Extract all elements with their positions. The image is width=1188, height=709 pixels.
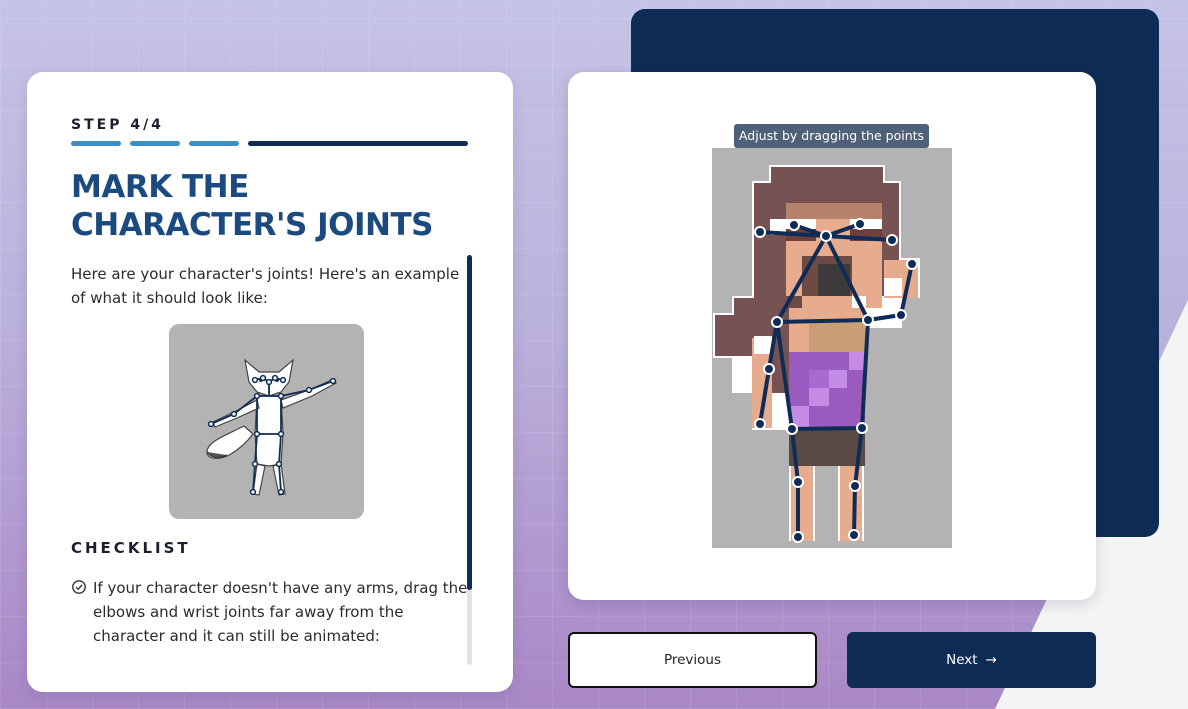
next-button-label: Next	[946, 652, 978, 668]
drag-hint-tooltip: Adjust by dragging the points	[734, 124, 929, 148]
checklist-heading: CHECKLIST	[71, 539, 191, 557]
scroll-content[interactable]: Here are your character's joints! Here's…	[71, 262, 471, 645]
progress-segment-3	[189, 141, 239, 146]
check-circle-icon	[72, 580, 86, 594]
arrow-right-icon: →	[985, 652, 997, 668]
progress-segment-1	[71, 141, 121, 146]
previous-button[interactable]: Previous	[568, 632, 817, 688]
step-label: STEP 4/4	[71, 117, 164, 133]
checklist-item-text: If your character doesn't have any arms,…	[93, 579, 468, 645]
progress-segment-2	[130, 141, 180, 146]
example-character-image	[169, 324, 364, 519]
character-drawing	[713, 165, 920, 543]
checklist-item: If your character doesn't have any arms,…	[71, 576, 471, 648]
scrollbar-track[interactable]	[467, 255, 472, 665]
character-canvas[interactable]	[712, 148, 952, 548]
instructions-card: STEP 4/4 MARK THE CHARACTER'S JOINTS Her…	[27, 72, 513, 692]
example-fox-drawing	[206, 358, 337, 496]
previous-button-label: Previous	[663, 652, 722, 668]
progress-bar	[71, 141, 468, 147]
joint-editor-card: Adjust by dragging the points	[568, 72, 1096, 600]
scrollbar-thumb[interactable]	[467, 255, 472, 590]
next-button[interactable]: Next →	[847, 632, 1096, 688]
page-title: MARK THE CHARACTER'S JOINTS	[71, 169, 433, 243]
progress-segment-4	[248, 141, 468, 146]
intro-text: Here are your character's joints! Here's…	[71, 265, 460, 307]
